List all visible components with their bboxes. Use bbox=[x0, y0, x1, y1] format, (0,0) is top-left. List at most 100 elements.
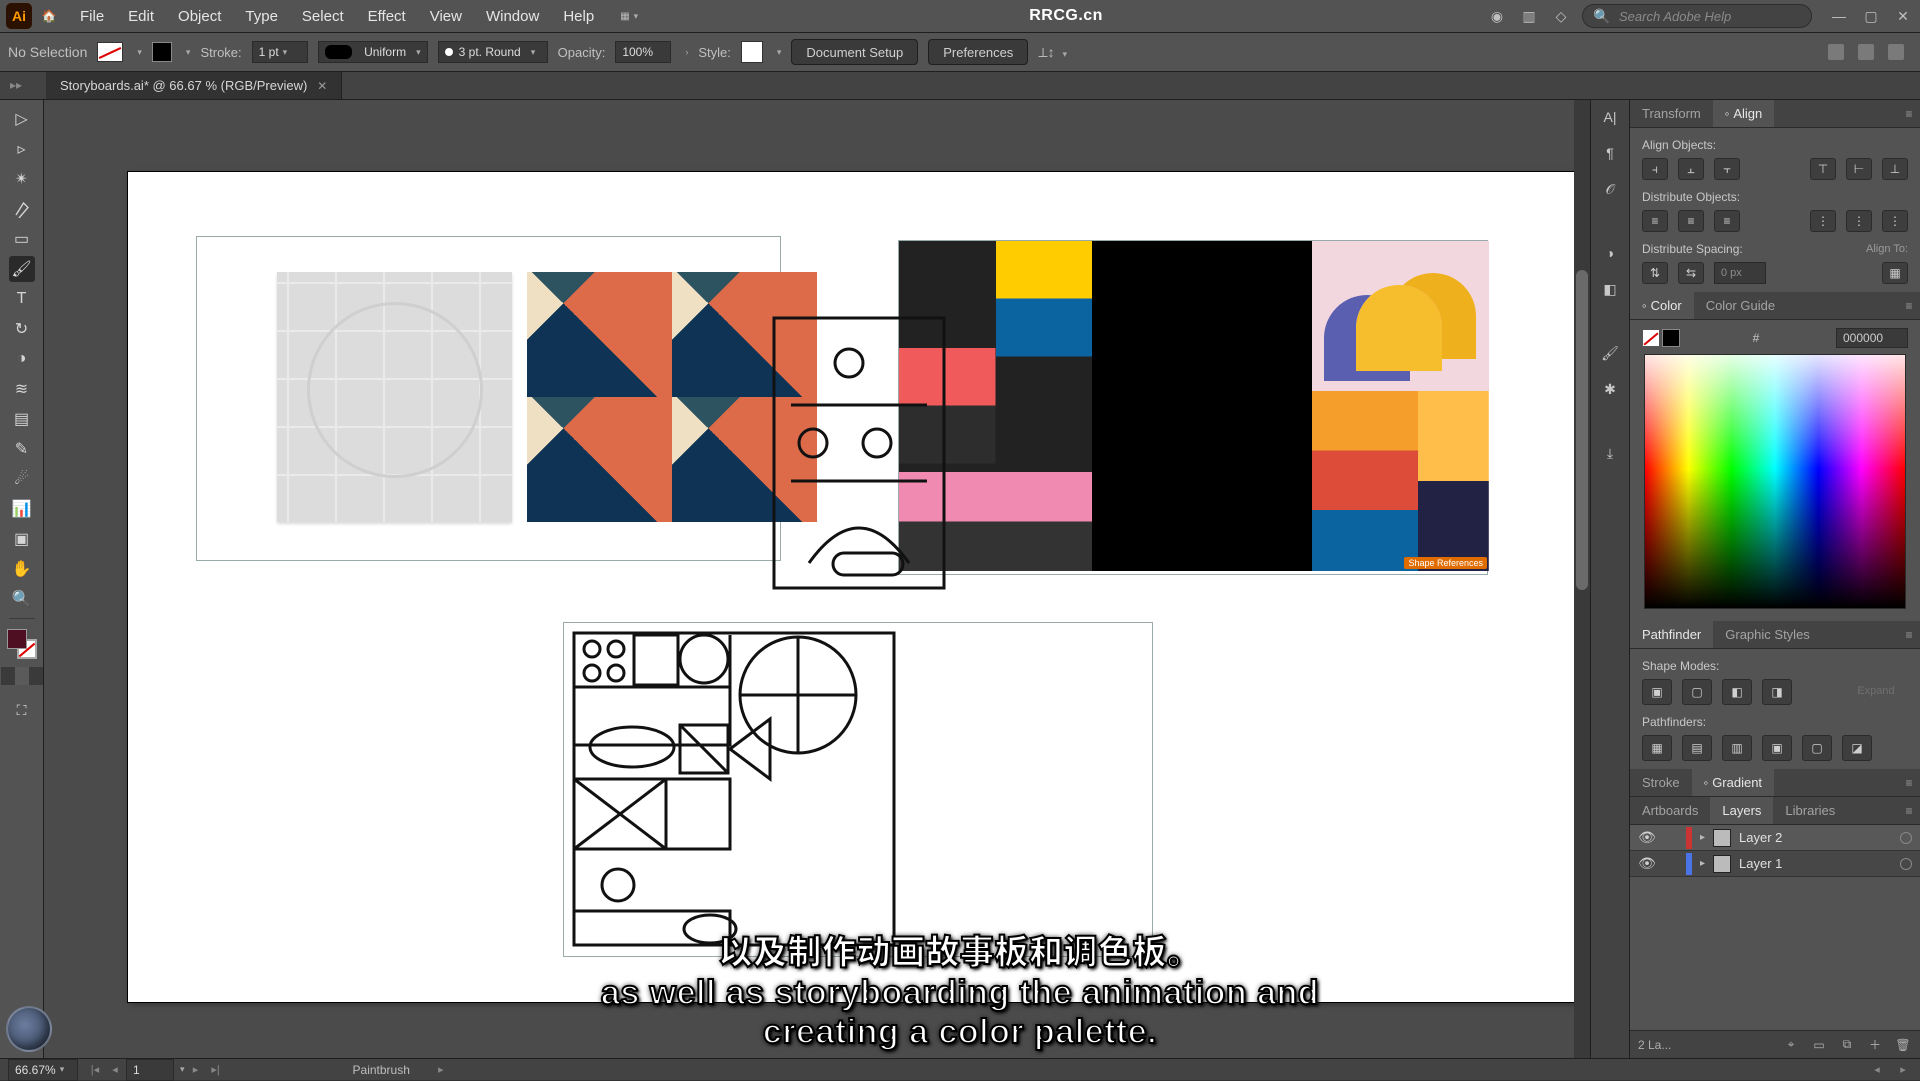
distribute-hspace-button[interactable]: ⇆ bbox=[1678, 262, 1704, 284]
locate-object-icon[interactable]: ⌖ bbox=[1782, 1036, 1800, 1054]
spacing-value-input[interactable]: 0 px bbox=[1714, 262, 1766, 284]
opacity-input[interactable]: 100% bbox=[615, 41, 671, 63]
crop-button[interactable]: ▣ bbox=[1762, 735, 1792, 761]
direct-selection-tool[interactable]: ▹ bbox=[9, 136, 35, 162]
hscroll-right-icon[interactable]: ▸ bbox=[1894, 1062, 1912, 1078]
layer-name[interactable]: Layer 2 bbox=[1739, 830, 1782, 845]
panel-menu-icon[interactable]: ≡ bbox=[1898, 100, 1920, 127]
help-search[interactable]: 🔍 bbox=[1582, 4, 1812, 28]
menu-select[interactable]: Select bbox=[292, 4, 354, 29]
workspace-switcher[interactable]: ▦ ▾ bbox=[612, 6, 646, 26]
gpu-perf-icon[interactable]: ◇ bbox=[1550, 7, 1572, 25]
align-right-button[interactable]: ⫟ bbox=[1714, 158, 1740, 180]
menu-edit[interactable]: Edit bbox=[118, 4, 164, 29]
document-tab[interactable]: Storyboards.ai* @ 66.67 % (RGB/Preview) … bbox=[46, 72, 342, 99]
tab-layers[interactable]: Layers bbox=[1710, 797, 1773, 824]
screen-mode-button[interactable]: ⛶ bbox=[9, 697, 35, 723]
symbol-sprayer-tool[interactable]: ☄ bbox=[9, 466, 35, 492]
outline-button[interactable]: ▢ bbox=[1802, 735, 1832, 761]
sketch-drawer[interactable] bbox=[769, 313, 969, 603]
new-layer-icon[interactable]: ＋ bbox=[1866, 1036, 1884, 1054]
menu-effect[interactable]: Effect bbox=[358, 4, 416, 29]
tab-color-guide[interactable]: Color Guide bbox=[1694, 292, 1787, 319]
storyboard-frame-2[interactable]: Shape References bbox=[898, 240, 1488, 575]
canvas[interactable]: Shape References bbox=[44, 100, 1590, 1058]
mini-fill-stroke[interactable] bbox=[1642, 329, 1680, 347]
menu-view[interactable]: View bbox=[420, 4, 472, 29]
rectangle-tool[interactable]: ▭ bbox=[9, 226, 35, 252]
artboard-tool[interactable]: ▣ bbox=[9, 526, 35, 552]
hand-tool[interactable]: ✋ bbox=[9, 556, 35, 582]
shape-builder-tool[interactable]: ◑ bbox=[9, 346, 35, 372]
reference-image-blocks[interactable]: Shape References bbox=[1312, 391, 1489, 571]
home-icon[interactable]: 🏠 bbox=[38, 5, 60, 27]
delete-layer-icon[interactable]: 🗑 bbox=[1894, 1036, 1912, 1054]
stroke-weight-input[interactable]: 1 pt▾ bbox=[252, 41, 308, 63]
stroke-profile-select[interactable]: Uniform▾ bbox=[318, 41, 428, 63]
chevron-down-icon[interactable]: ▾ bbox=[180, 1064, 185, 1075]
appearance-panel-icon[interactable]: ◑ bbox=[1599, 242, 1621, 264]
panel-menu-icon[interactable]: ≡ bbox=[1898, 621, 1920, 648]
minus-back-button[interactable]: ◪ bbox=[1842, 735, 1872, 761]
vertical-scrollbar[interactable] bbox=[1574, 100, 1590, 1058]
tab-color[interactable]: ◦Color bbox=[1630, 292, 1694, 319]
paintbrush-tool[interactable]: 🖌 bbox=[9, 256, 35, 282]
asset-export-panel-icon[interactable]: ⤓ bbox=[1599, 442, 1621, 464]
reference-image-relief[interactable] bbox=[277, 272, 512, 522]
tab-stroke[interactable]: Stroke bbox=[1630, 769, 1692, 796]
distribute-bottom-button[interactable]: ≡ bbox=[1714, 210, 1740, 232]
align-to-pixel-icon[interactable]: ⟂↕ ▾ bbox=[1038, 44, 1067, 61]
transparency-panel-icon[interactable]: ◧ bbox=[1599, 278, 1621, 300]
layer-name[interactable]: Layer 1 bbox=[1739, 856, 1782, 871]
draw-mode-buttons[interactable] bbox=[1, 667, 43, 685]
reference-image-arch[interactable] bbox=[1312, 241, 1489, 391]
align-hcenter-button[interactable]: ⫠ bbox=[1678, 158, 1704, 180]
target-icon[interactable] bbox=[1900, 858, 1912, 870]
next-artboard-button[interactable]: ▸ bbox=[187, 1062, 205, 1078]
reference-image-grayscale[interactable] bbox=[1092, 241, 1312, 571]
minimize-icon[interactable]: — bbox=[1828, 7, 1850, 25]
align-top-button[interactable]: ⊤ bbox=[1810, 158, 1836, 180]
create-sublayer-icon[interactable]: ⧉ bbox=[1838, 1036, 1856, 1054]
snap-options-icon[interactable] bbox=[1828, 44, 1844, 60]
align-to-target-button[interactable]: ▦ bbox=[1882, 262, 1908, 284]
align-left-button[interactable]: ⫞ bbox=[1642, 158, 1668, 180]
hex-input[interactable]: 000000 bbox=[1836, 328, 1908, 348]
align-vcenter-button[interactable]: ⊢ bbox=[1846, 158, 1872, 180]
last-artboard-button[interactable]: ▸| bbox=[207, 1062, 225, 1078]
unite-button[interactable]: ▣ bbox=[1642, 679, 1672, 705]
sketch-composition[interactable] bbox=[570, 629, 900, 949]
tab-graphic-styles[interactable]: Graphic Styles bbox=[1713, 621, 1822, 648]
type-tool[interactable]: T bbox=[9, 286, 35, 312]
selection-tool[interactable]: ▷ bbox=[9, 106, 35, 132]
menu-help[interactable]: Help bbox=[553, 4, 604, 29]
color-spectrum[interactable] bbox=[1644, 354, 1906, 609]
storyboard-frame-3[interactable] bbox=[563, 622, 1153, 957]
disclosure-icon[interactable]: ▸ bbox=[1700, 832, 1705, 843]
status-menu-icon[interactable]: ▸ bbox=[432, 1062, 450, 1078]
tab-artboards[interactable]: Artboards bbox=[1630, 797, 1710, 824]
target-icon[interactable] bbox=[1900, 832, 1912, 844]
zoom-level-input[interactable]: 66.67%▾ bbox=[8, 1059, 78, 1081]
transform-panel-icon[interactable] bbox=[1858, 44, 1874, 60]
chevron-down-icon[interactable]: ▾ bbox=[137, 47, 142, 58]
storyboard-frame-1[interactable] bbox=[196, 236, 781, 561]
brush-definition-select[interactable]: 3 pt. Round▾ bbox=[438, 41, 548, 63]
distribute-left-button[interactable]: ⋮ bbox=[1810, 210, 1836, 232]
layer-row[interactable]: 👁 ▸ Layer 2 bbox=[1630, 825, 1920, 851]
trim-button[interactable]: ▤ bbox=[1682, 735, 1712, 761]
symbols-panel-icon[interactable]: ✱ bbox=[1599, 378, 1621, 400]
distribute-hcenter-button[interactable]: ⋮ bbox=[1846, 210, 1872, 232]
menu-window[interactable]: Window bbox=[476, 4, 549, 29]
disclosure-icon[interactable]: ▸ bbox=[1700, 858, 1705, 869]
divide-button[interactable]: ▦ bbox=[1642, 735, 1672, 761]
minus-front-button[interactable]: ▢ bbox=[1682, 679, 1712, 705]
brushes-panel-icon[interactable]: 🖌 bbox=[1599, 342, 1621, 364]
document-setup-button[interactable]: Document Setup bbox=[791, 39, 918, 65]
distribute-right-button[interactable]: ⋮ bbox=[1882, 210, 1908, 232]
panel-menu-icon[interactable]: ≡ bbox=[1898, 797, 1920, 824]
first-artboard-button[interactable]: |◂ bbox=[86, 1062, 104, 1078]
tab-transform[interactable]: Transform bbox=[1630, 100, 1713, 127]
exclude-button[interactable]: ◨ bbox=[1762, 679, 1792, 705]
distribute-vspace-button[interactable]: ⇅ bbox=[1642, 262, 1668, 284]
